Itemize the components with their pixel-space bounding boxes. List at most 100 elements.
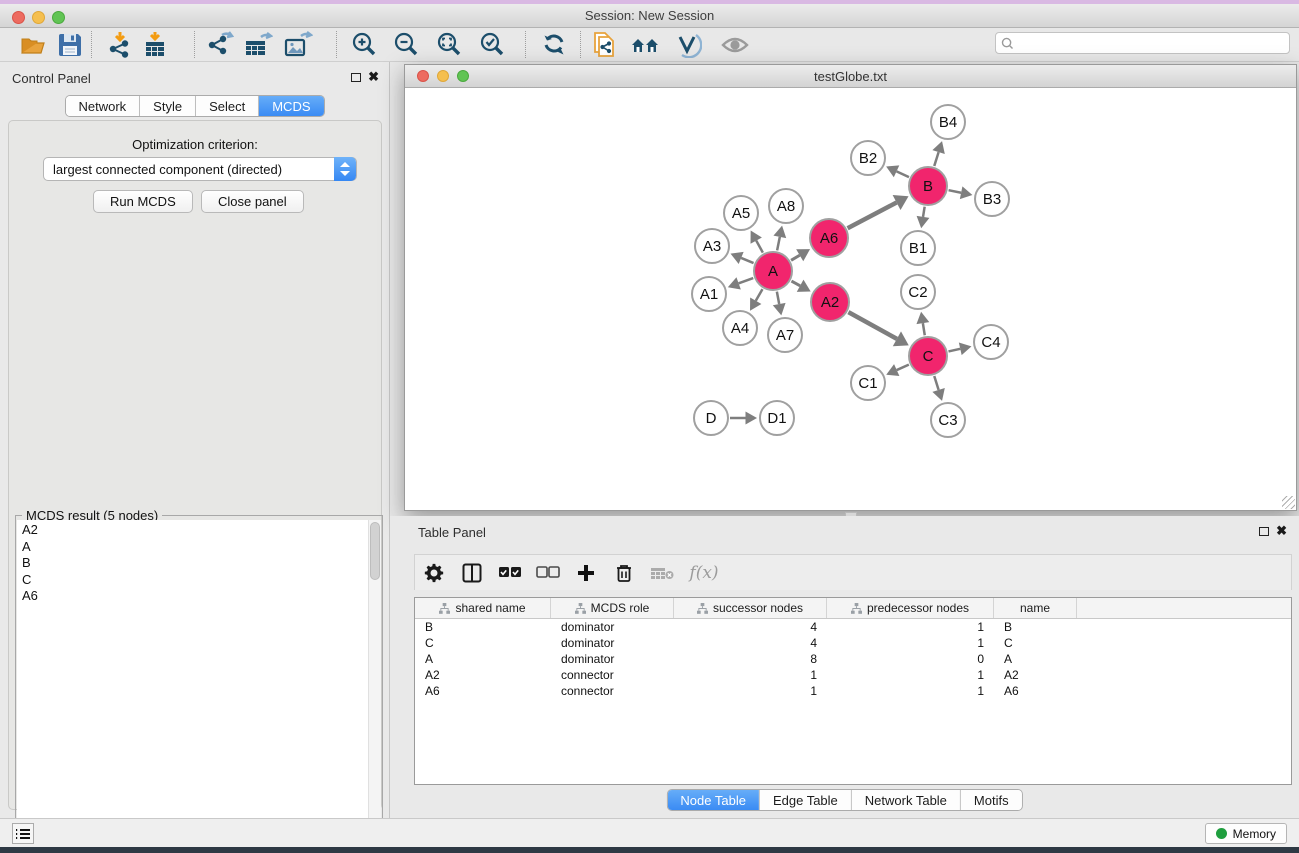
close-table-panel-icon[interactable]: ✖ xyxy=(1276,523,1287,539)
zoom-selected-button[interactable] xyxy=(476,30,508,60)
table-settings-icon[interactable] xyxy=(415,558,453,588)
column-header-predecessor-nodes[interactable]: predecessor nodes xyxy=(827,598,994,618)
table-tab-motifs[interactable]: Motifs xyxy=(961,790,1022,810)
column-header-name[interactable]: name xyxy=(994,598,1077,618)
graph-node-A5[interactable]: A5 xyxy=(724,196,758,230)
edge-C-C4[interactable] xyxy=(948,342,971,355)
graph-node-A2[interactable]: A2 xyxy=(811,283,849,321)
network-canvas[interactable]: B4 B2 B B3 A5 A8A6 A3 B1 A A1 C2 A2 A4 A7 C4 C C1 C3 D D1 xyxy=(405,88,1296,510)
graph-node-C2[interactable]: C2 xyxy=(901,275,935,309)
optimization-criterion-dropdown[interactable]: largest connected component (directed) xyxy=(43,157,357,181)
graph-node-C1[interactable]: C1 xyxy=(851,366,885,400)
mcds-result-list[interactable]: A2ABCA6 xyxy=(17,520,369,850)
float-panel-button[interactable] xyxy=(351,73,361,82)
table-row[interactable]: A6connector11A6 xyxy=(415,683,1291,699)
graph-node-B2[interactable]: B2 xyxy=(851,141,885,175)
table-row[interactable]: A2connector11A2 xyxy=(415,667,1291,683)
edge-C-C2[interactable] xyxy=(916,312,929,335)
window-resize-grip[interactable] xyxy=(1282,496,1295,509)
graph-node-A[interactable]: A xyxy=(754,252,792,290)
deselect-all-rows-icon[interactable] xyxy=(529,558,567,588)
close-panel-icon[interactable]: ✖ xyxy=(368,69,379,85)
export-image-button[interactable] xyxy=(282,30,314,60)
edge-A2-C[interactable] xyxy=(848,312,908,346)
function-builder-button[interactable]: f(x) xyxy=(681,558,727,588)
column-header-MCDS-role[interactable]: MCDS role xyxy=(551,598,674,618)
edge-C-C3[interactable] xyxy=(932,376,944,401)
edge-B-B3[interactable] xyxy=(949,186,973,199)
edge-B-B4[interactable] xyxy=(932,141,944,166)
show-columns-icon[interactable] xyxy=(453,558,491,588)
zoom-fit-button[interactable] xyxy=(433,30,465,60)
graph-node-C3[interactable]: C3 xyxy=(931,403,965,437)
export-network-button[interactable] xyxy=(203,30,235,60)
tab-select[interactable]: Select xyxy=(196,96,259,116)
graph-node-A4[interactable]: A4 xyxy=(723,311,757,345)
column-header-shared-name[interactable]: shared name xyxy=(415,598,551,618)
tab-network[interactable]: Network xyxy=(65,96,140,116)
first-neighbors-button[interactable] xyxy=(630,30,662,60)
import-table-button[interactable] xyxy=(139,30,171,60)
graph-node-A6[interactable]: A6 xyxy=(810,219,848,257)
show-panels-button[interactable] xyxy=(12,823,34,844)
save-session-button[interactable] xyxy=(54,30,86,60)
run-mcds-button[interactable]: Run MCDS xyxy=(93,190,193,213)
edge-C-C1[interactable] xyxy=(886,364,909,376)
table-row[interactable]: Adominator80A xyxy=(415,651,1291,667)
node-table[interactable]: shared nameMCDS rolesuccessor nodesprede… xyxy=(414,597,1292,785)
open-session-button[interactable] xyxy=(18,30,50,60)
create-column-icon[interactable] xyxy=(567,558,605,588)
graph-node-B3[interactable]: B3 xyxy=(975,182,1009,216)
result-scrollbar[interactable] xyxy=(368,520,381,850)
show-all-button[interactable] xyxy=(719,30,751,60)
edge-A-A4[interactable] xyxy=(750,289,762,311)
graph-node-B1[interactable]: B1 xyxy=(901,231,935,265)
zoom-out-button[interactable] xyxy=(390,30,422,60)
tab-mcds[interactable]: MCDS xyxy=(259,96,323,116)
close-panel-button[interactable]: Close panel xyxy=(201,190,304,213)
result-list-item[interactable]: A6 xyxy=(22,588,369,605)
table-row[interactable]: Bdominator41B xyxy=(415,619,1291,635)
table-row[interactable]: Cdominator41C xyxy=(415,635,1291,651)
graph-node-C4[interactable]: C4 xyxy=(974,325,1008,359)
graph-node-A1[interactable]: A1 xyxy=(692,277,726,311)
new-network-from-selection-button[interactable] xyxy=(588,30,620,60)
search-input[interactable] xyxy=(1018,34,1286,52)
edge-D-D1[interactable] xyxy=(730,412,757,425)
edge-B-B2[interactable] xyxy=(886,165,909,177)
column-header-successor-nodes[interactable]: successor nodes xyxy=(674,598,827,618)
table-tab-node-table[interactable]: Node Table xyxy=(667,790,760,810)
import-network-button[interactable] xyxy=(104,30,136,60)
edge-A-A6[interactable] xyxy=(791,249,810,261)
graph-node-A3[interactable]: A3 xyxy=(695,229,729,263)
graph-node-D1[interactable]: D1 xyxy=(760,401,794,435)
result-list-item[interactable]: A2 xyxy=(22,522,369,539)
delete-columns-icon[interactable] xyxy=(605,558,643,588)
memory-button[interactable]: Memory xyxy=(1205,823,1287,844)
float-table-panel-button[interactable] xyxy=(1259,527,1269,536)
refresh-button[interactable] xyxy=(538,30,570,60)
result-list-item[interactable]: C xyxy=(22,572,369,589)
edge-A-A7[interactable] xyxy=(773,292,786,316)
graph-node-B4[interactable]: B4 xyxy=(931,105,965,139)
result-list-item[interactable]: A xyxy=(22,539,369,556)
graph-node-D[interactable]: D xyxy=(694,401,728,435)
graph-node-B[interactable]: B xyxy=(909,167,947,205)
tab-style[interactable]: Style xyxy=(140,96,196,116)
edge-A-A8[interactable] xyxy=(773,226,786,251)
edge-A-A2[interactable] xyxy=(791,280,810,292)
graph-node-C[interactable]: C xyxy=(909,337,947,375)
edge-A-A1[interactable] xyxy=(728,277,753,289)
edge-B-B1[interactable] xyxy=(917,207,930,229)
graph-node-A8[interactable]: A8 xyxy=(769,189,803,223)
table-tab-network-table[interactable]: Network Table xyxy=(852,790,961,810)
hide-selected-button[interactable] xyxy=(672,30,704,60)
export-table-button[interactable] xyxy=(242,30,274,60)
edge-A-A5[interactable] xyxy=(751,231,763,253)
network-graph[interactable]: B4 B2 B B3 A5 A8A6 A3 B1 A A1 C2 A2 A4 A7 C4 C C1 C3 D D1 xyxy=(405,88,1296,510)
select-all-rows-icon[interactable] xyxy=(491,558,529,588)
edge-A-A3[interactable] xyxy=(731,252,754,264)
zoom-in-button[interactable] xyxy=(348,30,380,60)
graph-node-A7[interactable]: A7 xyxy=(768,318,802,352)
table-tab-edge-table[interactable]: Edge Table xyxy=(760,790,852,810)
